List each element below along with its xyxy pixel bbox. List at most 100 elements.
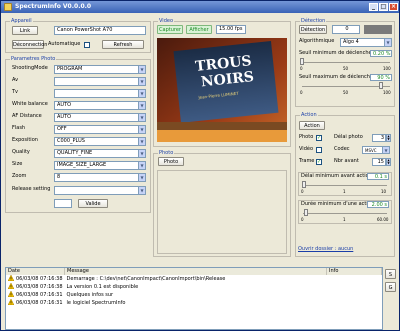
warning-icon xyxy=(7,290,15,298)
chevron-down-icon[interactable]: ▼ xyxy=(138,114,145,121)
delai-min-slider[interactable] xyxy=(301,181,306,188)
link-button[interactable]: Link xyxy=(12,26,38,35)
log-date-cell: 06/03/08 07:16:31 xyxy=(6,298,65,307)
param-select[interactable]: OFF ▼ xyxy=(54,125,146,134)
disconnect-button[interactable]: Déconnection xyxy=(12,40,47,49)
log-side-button-s[interactable]: S xyxy=(385,269,396,279)
auto-label: Automatique xyxy=(48,41,81,47)
algo-select[interactable]: Algo 4 ▼ xyxy=(340,38,392,47)
log-row[interactable]: 06/03/08 07:16:31 Quelques infos sur xyxy=(6,290,382,299)
validate-button[interactable]: Valide xyxy=(78,199,108,208)
capture-button[interactable]: Capturer xyxy=(157,25,183,34)
log-list[interactable]: Date Message Info 06/03/08 07:16:38 Demar… xyxy=(5,267,383,330)
param-value: C000_PLUS xyxy=(57,138,85,144)
detection-group: Détection Détection 0 Algorithmique Algo… xyxy=(295,18,395,107)
log-message: le logiciel SpectrumInfo xyxy=(66,300,126,306)
log-row[interactable]: 06/03/08 07:16:38 Demarrage : C:\dev\net\… xyxy=(6,274,382,283)
log-row[interactable]: 06/03/08 07:16:38 La version 0.1 est disp… xyxy=(6,282,382,291)
release-value-field[interactable] xyxy=(54,199,72,208)
duree-min-tick-0: 0 xyxy=(301,217,304,222)
param-select[interactable]: PROGRAM ▼ xyxy=(54,65,146,74)
log-col-info[interactable]: Info xyxy=(326,268,382,275)
param-label: AF Distance xyxy=(12,113,42,119)
duree-min-slider[interactable] xyxy=(303,209,308,216)
seuil-max-track xyxy=(302,86,390,87)
chevron-down-icon[interactable]: ▼ xyxy=(138,150,145,157)
release-label: Release setting xyxy=(12,186,51,192)
delai-min-tick-2: 10 xyxy=(381,189,387,194)
camera-name-field[interactable]: Canon PowerShot A70 xyxy=(54,26,146,35)
photo-button[interactable]: Photo xyxy=(158,157,184,166)
param-select[interactable]: 8 ▼ xyxy=(54,173,146,182)
auto-checkbox[interactable] xyxy=(84,42,90,48)
duree-min-tick-2: 60.00 xyxy=(377,217,389,222)
delai-min-group: Délai minimum avant action 0.1 s 0 1 10 xyxy=(298,172,392,196)
chevron-down-icon[interactable]: ▼ xyxy=(138,126,145,133)
log-date: 06/03/08 07:16:31 xyxy=(16,292,63,298)
show-button[interactable]: Afficher xyxy=(186,25,212,34)
param-select[interactable]: AUTO ▼ xyxy=(54,101,146,110)
codec-select[interactable]: MSVC ▼ xyxy=(362,146,390,154)
param-select[interactable]: C000_PLUS ▼ xyxy=(54,137,146,146)
warning-icon xyxy=(7,282,15,290)
detect-button[interactable]: Détection xyxy=(299,25,327,34)
action-group-label: Action xyxy=(300,112,318,118)
video-option-checkbox[interactable] xyxy=(316,147,322,153)
chevron-down-icon[interactable]: ▼ xyxy=(138,174,145,181)
param-select[interactable]: ▼ xyxy=(54,89,146,98)
chevron-down-icon[interactable]: ▼ xyxy=(138,66,145,73)
open-folder-link[interactable]: Ouvrir dossier : aucun xyxy=(298,246,353,253)
algo-value: Algo 4 xyxy=(343,39,359,45)
delai-min-label: Délai minimum avant action xyxy=(301,173,372,179)
video-preview-image: TROUS NOIRS Jean-Pierre LUMINET xyxy=(157,38,287,142)
chevron-down-icon[interactable]: ▼ xyxy=(138,138,145,145)
log-info xyxy=(327,283,382,291)
photo-option-checkbox[interactable]: ✓ xyxy=(316,135,322,141)
log-message: Quelques infos sur xyxy=(66,292,114,298)
log-body: 06/03/08 07:16:38 Demarrage : C:\dev\net\… xyxy=(6,274,382,307)
param-value: OFF xyxy=(57,126,67,132)
delai-photo-input[interactable]: 3 xyxy=(372,134,386,142)
param-select[interactable]: AUTO ▼ xyxy=(54,113,146,122)
log-date-cell: 06/03/08 07:16:31 xyxy=(6,290,65,299)
photo-group: Photo Photo xyxy=(153,150,291,257)
log-side-button-g[interactable]: G xyxy=(385,282,396,292)
log-col-date[interactable]: Date xyxy=(6,268,66,275)
maximize-button[interactable]: □ xyxy=(379,3,388,11)
params-group-label: Parametres Photo xyxy=(10,56,57,62)
param-value: AUTO xyxy=(57,102,72,108)
param-label: Av xyxy=(12,77,19,83)
seuil-min-slider[interactable] xyxy=(300,58,305,65)
nbr-avant-input[interactable]: 15 xyxy=(372,158,386,166)
refresh-button[interactable]: Refresh xyxy=(102,40,144,49)
log-row[interactable]: 06/03/08 07:16:31 le logiciel SpectrumInf… xyxy=(6,298,382,307)
close-button[interactable]: × xyxy=(389,3,398,11)
chevron-down-icon[interactable]: ▼ xyxy=(138,90,145,97)
delai-photo-spin[interactable]: ▲ ▼ xyxy=(386,134,391,142)
param-select[interactable]: QUALITY_FINE ▼ xyxy=(54,149,146,158)
param-select[interactable]: ▼ xyxy=(54,77,146,86)
param-label: Tv xyxy=(12,89,19,95)
release-select[interactable]: ▼ xyxy=(54,186,146,195)
warning-icon xyxy=(7,274,15,282)
nbr-avant-spin[interactable]: ▲ ▼ xyxy=(386,158,391,166)
chevron-down-icon[interactable]: ▼ xyxy=(138,162,145,169)
seuil-max-slider[interactable] xyxy=(379,82,384,89)
action-button[interactable]: Action xyxy=(299,121,325,130)
chevron-down-icon[interactable]: ▼ xyxy=(138,78,145,85)
minimize-button[interactable]: _ xyxy=(369,3,378,11)
delai-min-track xyxy=(303,185,387,186)
log-header-row: Date Message Info xyxy=(6,268,382,275)
appareil-group-label: Appareil xyxy=(10,18,33,24)
seuil-max-tick-0: 0 xyxy=(300,90,303,95)
title-bar[interactable]: SpectrumInfo V0.0.0.0 _ □ × xyxy=(1,1,399,13)
log-info xyxy=(327,291,382,299)
param-select[interactable]: IMAGE_SIZE_LARGE ▼ xyxy=(54,161,146,170)
log-col-message[interactable]: Message xyxy=(64,268,328,275)
log-date-cell: 06/03/08 07:16:38 xyxy=(6,274,65,283)
seuil-min-tick-0: 0 xyxy=(300,66,303,71)
chevron-down-icon[interactable]: ▼ xyxy=(138,102,145,109)
trame-option-checkbox[interactable]: ✓ xyxy=(316,159,322,165)
seuil-min-value: 0.20 % xyxy=(370,50,392,57)
param-label: Zoom xyxy=(12,173,27,179)
